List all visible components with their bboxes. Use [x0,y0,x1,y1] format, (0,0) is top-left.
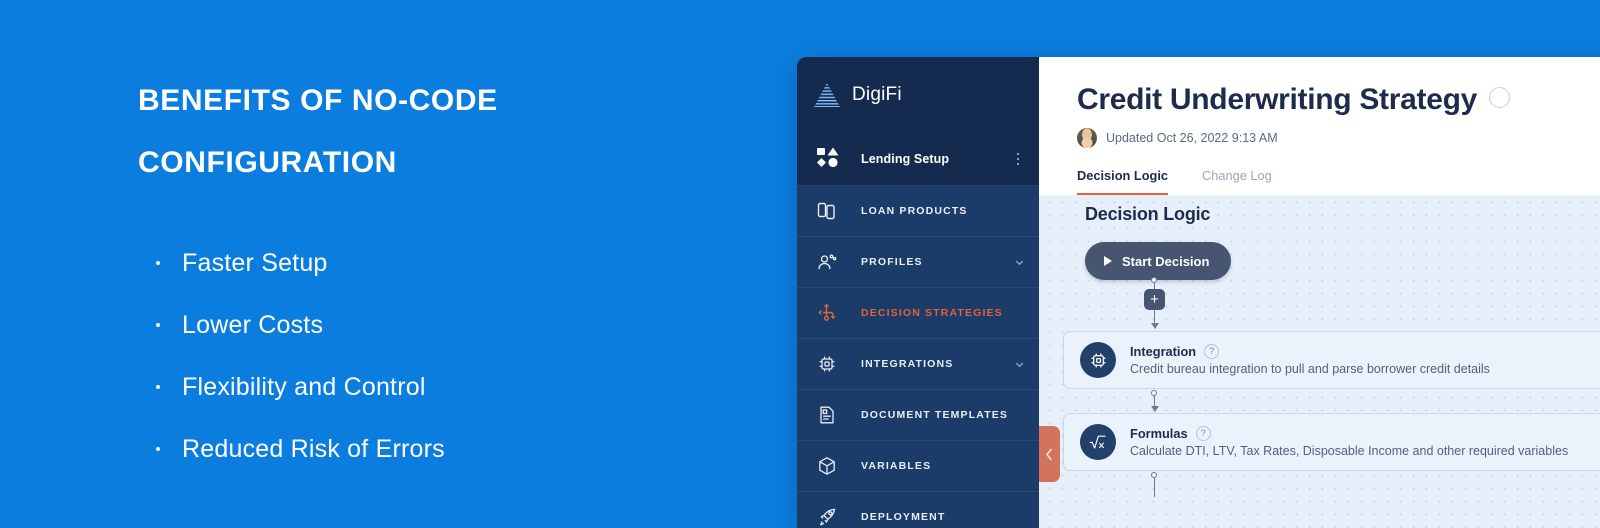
list-item-label: Lower Costs [182,310,324,339]
node-body: Formulas ? Calculate DTI, LTV, Tax Rates… [1130,426,1568,458]
bullet-dot-icon [156,385,160,389]
sidebar-item-decision-strategies[interactable]: Decision Strategies [797,288,1039,339]
sidebar-item-loan-products[interactable]: Loan Products [797,186,1039,237]
marketing-panel: Benefits of No-Code Configuration Faster… [0,0,800,528]
chevron-down-icon[interactable] [1014,359,1025,370]
node-title: Formulas [1130,426,1188,441]
play-icon [1104,256,1112,266]
chevron-left-icon [1046,448,1052,460]
bullet-dot-icon [156,447,160,451]
flow-connector [1154,477,1156,497]
canvas-heading: Decision Logic [1085,204,1211,224]
sidebar-item-label: Deployment [861,511,946,523]
node-title: Integration [1130,344,1197,359]
help-circle-icon[interactable] [1488,86,1510,108]
sidebar-item-integrations[interactable]: Integrations [797,339,1039,390]
sidebar-item-label: Integrations [861,358,954,370]
list-item: Faster Setup [138,232,740,294]
strategy-title: Credit Underwriting Strategy [1077,83,1477,116]
main-content: Credit Underwriting Strategy Updated Oct… [1039,57,1600,528]
tab-change-log[interactable]: Change Log [1202,168,1272,195]
sidebar-collapse-button[interactable] [1039,426,1060,482]
help-circle-icon[interactable]: ? [1204,344,1220,359]
brand-logo[interactable]: DigiFi [797,57,1039,133]
benefits-list: Faster Setup Lower Costs Flexibility and… [138,232,740,480]
profiles-icon [817,252,843,272]
brand-name: DigiFi [852,84,902,105]
sidebar-section-label: Lending Setup [861,152,950,166]
decision-flow-canvas[interactable]: Decision Logic Start Decision + Integrat… [1039,192,1600,528]
avatar [1077,128,1097,148]
variables-cube-icon [817,456,843,476]
sidebar-item-variables[interactable]: Variables [797,441,1039,492]
deployment-rocket-icon [817,507,843,527]
page-title: Benefits of No-Code Configuration [138,84,498,179]
list-item-label: Flexibility and Control [182,372,426,401]
app-window: DigiFi Lending Setup Loa [797,57,1600,528]
sidebar-item-deployment[interactable]: Deployment [797,492,1039,528]
start-decision-button[interactable]: Start Decision [1085,242,1232,280]
shapes-icon [817,147,843,172]
bullet-dot-icon [156,323,160,327]
integrations-chip-icon [817,354,843,374]
node-body: Integration ? Credit bureau integration … [1130,344,1490,376]
sidebar-section-lending-setup[interactable]: Lending Setup [797,133,1039,186]
connector-dot-icon [1151,277,1158,283]
list-item-label: Faster Setup [182,248,328,277]
chevron-down-icon[interactable] [1014,257,1025,268]
list-item: Flexibility and Control [138,356,740,418]
updated-info: Updated Oct 26, 2022 9:13 AM [1077,128,1600,148]
kebab-menu-icon[interactable] [1011,152,1025,166]
integration-chip-icon [1080,342,1116,378]
start-decision-label: Start Decision [1122,253,1210,269]
node-description: Credit bureau integration to pull and pa… [1130,362,1490,376]
flow-node-formulas[interactable]: Formulas ? Calculate DTI, LTV, Tax Rates… [1063,413,1600,471]
node-title-row: Formulas ? [1130,426,1568,441]
flow-node-integration[interactable]: Integration ? Credit bureau integration … [1063,331,1600,389]
arrow-head-icon [1150,323,1159,329]
updated-timestamp: Updated Oct 26, 2022 9:13 AM [1106,131,1278,145]
content-tabs: Decision Logic Change Log [1077,168,1600,195]
list-item: Lower Costs [138,294,740,356]
node-title-row: Integration ? [1130,344,1490,359]
list-item: Reduced Risk of Errors [138,418,740,480]
content-header: Credit Underwriting Strategy Updated Oct… [1039,57,1600,195]
sidebar-item-label: Decision Strategies [861,307,1003,319]
decision-strategies-icon [817,303,843,323]
arrow-head-icon [1150,406,1159,412]
document-templates-icon [817,405,843,425]
sidebar-item-profiles[interactable]: Profiles [797,237,1039,288]
sidebar-item-label: Variables [861,460,932,472]
formula-sqrt-icon [1080,424,1116,460]
sidebar-item-document-templates[interactable]: Document Templates [797,390,1039,441]
sidebar-item-label: Document Templates [861,409,1009,421]
digifi-triangle-logo-icon [814,84,840,107]
node-description: Calculate DTI, LTV, Tax Rates, Disposabl… [1130,444,1569,458]
loan-products-icon [817,201,843,221]
tab-decision-logic[interactable]: Decision Logic [1077,168,1169,195]
sidebar: DigiFi Lending Setup Loa [797,57,1039,528]
list-item-label: Reduced Risk of Errors [182,434,445,463]
sidebar-item-label: Profiles [861,256,923,268]
add-node-button[interactable]: + [1144,289,1165,310]
help-circle-icon[interactable]: ? [1195,426,1211,441]
bullet-dot-icon [156,261,160,265]
sidebar-item-label: Loan Products [861,205,968,217]
